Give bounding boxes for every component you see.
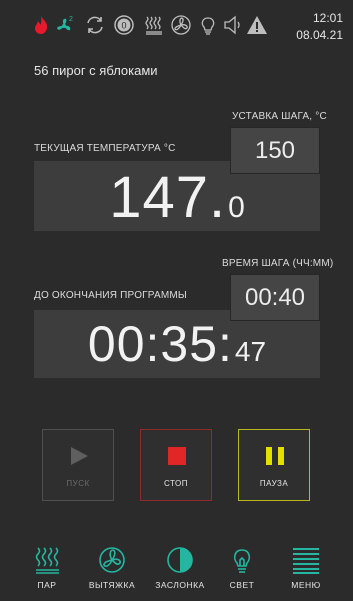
pause-label: ПАУЗА [259,479,289,488]
setpoint-value-box[interactable]: 150 [230,127,320,174]
menu-icon [292,546,320,574]
setpoint-value: 150 [254,136,296,164]
time: 12:01 [312,11,343,25]
steam-icon [33,546,61,574]
pause-icon [266,447,284,465]
counter-icon: 0 [113,14,135,36]
nav-item-exhaust[interactable]: ВЫТЯЖКА [80,546,144,592]
current-temperature-fraction: 0 [228,191,245,224]
light-bulb-icon [197,14,219,36]
fan-speed-icon: 2 [54,14,76,36]
stop-button[interactable]: СТОП [140,429,212,501]
exhaust-fan-icon [170,14,192,36]
step-time-value-box[interactable]: 00:40 [230,274,320,321]
nav-label-damper: ЗАСЛОНКА [155,580,205,590]
exhaust-fan-icon [98,546,126,574]
date: 08.04.21 [296,28,343,42]
remaining-time-value: 00:35: 47 [34,315,320,373]
counter-value: 0 [121,21,126,31]
pause-button[interactable]: ПАУЗА [238,429,310,501]
steam-icon [143,14,165,36]
start-label: ПУСК [66,479,90,488]
setpoint-label: УСТАВКА ШАГА, °C [232,111,327,122]
flame-icon [30,14,52,36]
remaining-time-main: 00:35: [87,316,233,372]
step-time-value: 00:40 [244,283,306,311]
nav-item-damper[interactable]: ЗАСЛОНКА [148,546,212,592]
fan-speed-value: 2 [69,16,73,23]
nav-label-menu: МЕНЮ [291,580,321,590]
nav-label-exhaust: ВЫТЯЖКА [88,580,136,590]
remaining-time-seconds: 47 [234,336,267,367]
nav-label-light: СВЕТ [229,580,255,590]
remaining-time-label: ДО ОКОНЧАНИЯ ПРОГРАММЫ [34,290,187,301]
stop-label: СТОП [163,479,188,488]
cycle-icon [84,14,106,36]
nav-item-steam[interactable]: ПАР [15,546,79,592]
current-temperature-main: 147. [109,165,227,230]
current-temperature-label: ТЕКУЩАЯ ТЕМПЕРАТУРА °C [34,143,176,154]
datetime: 12:01 08.04.21 [296,10,343,44]
nav-item-light[interactable]: СВЕТ [210,546,274,592]
play-icon [71,447,88,465]
current-temperature-value: 147. 0 [34,164,320,231]
stop-icon [168,447,186,465]
light-bulb-icon [228,546,256,574]
nav-item-menu[interactable]: МЕНЮ [274,546,338,592]
program-name[interactable]: 56 пирог с яблоками [34,63,158,78]
start-button[interactable]: ПУСК [42,429,114,501]
warning-icon [246,14,268,36]
nav-label-steam: ПАР [37,580,57,590]
damper-icon [166,546,194,574]
step-time-label: ВРЕМЯ ШАГА (ЧЧ:ММ) [222,258,334,269]
sound-icon [222,14,244,36]
